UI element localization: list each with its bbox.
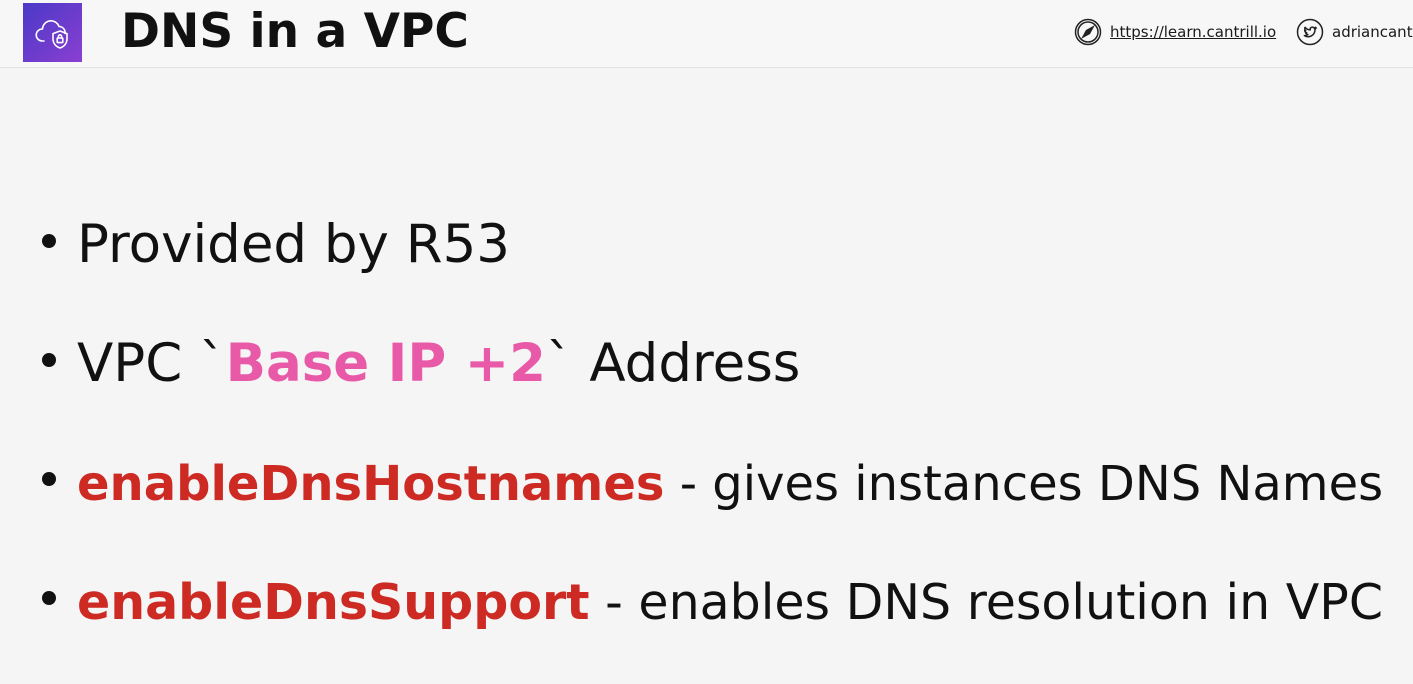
bullet-dot: [42, 234, 56, 248]
bullet-dot: [42, 472, 56, 486]
bullet-description: - gives instances DNS Names: [664, 456, 1384, 512]
bullet-base-ip: VPC ` Base IP +2 ` Address: [42, 332, 800, 396]
bullet-highlight: Base IP +2: [225, 333, 546, 394]
bullet-dot: [42, 591, 56, 605]
bullet-enable-dns-support: enableDnsSupport - enables DNS resolutio…: [42, 571, 1383, 635]
bullet-text: Provided by R53: [77, 214, 511, 275]
bullet-provided-by: Provided by R53: [42, 213, 510, 277]
slide: DNS in a VPC https://learn.cantrill.io a…: [0, 0, 1413, 684]
bullet-keyword: enableDnsHostnames: [77, 456, 665, 512]
bullet-prefix: VPC `: [77, 333, 226, 394]
bullet-dot: [42, 353, 56, 367]
bullet-description: - enables DNS resolution in VPC: [589, 574, 1384, 631]
bullet-enable-dns-hostnames: enableDnsHostnames - gives instances DNS…: [42, 452, 1383, 516]
bullet-suffix: ` Address: [546, 333, 801, 394]
bullet-list: Provided by R53 VPC ` Base IP +2 ` Addre…: [42, 0, 1413, 684]
bullet-keyword: enableDnsSupport: [77, 574, 590, 631]
